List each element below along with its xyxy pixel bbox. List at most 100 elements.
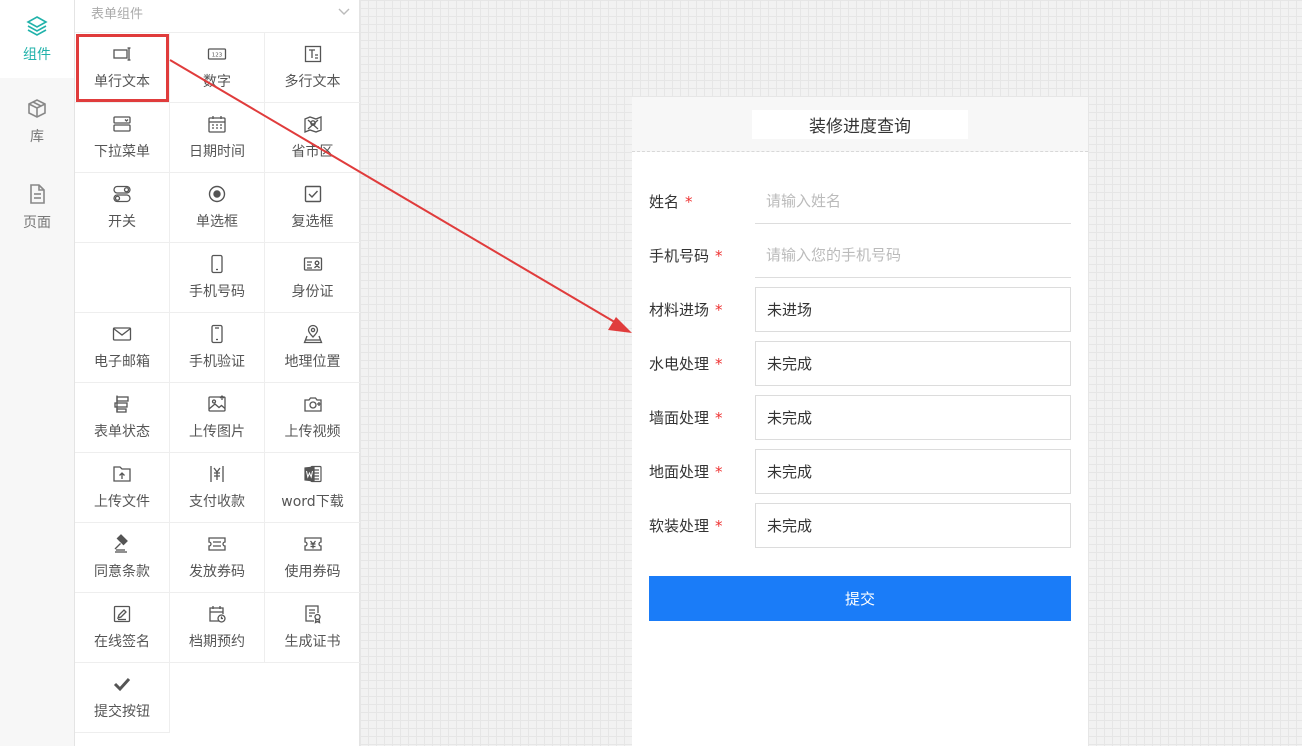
component-word-download[interactable]: word下载	[265, 453, 360, 523]
required-mark: *	[715, 408, 723, 427]
material-status-field[interactable]: 未进场	[755, 286, 1071, 332]
component-label: 日期时间	[189, 144, 245, 160]
furnishing-status-field[interactable]: 未完成	[755, 502, 1071, 548]
form-status-icon	[114, 395, 129, 413]
component-label: word下载	[281, 494, 344, 510]
rail-item-pages[interactable]: 页面	[0, 164, 74, 250]
form-row-phone: 手机号码 * 请输入您的手机号码	[649, 228, 1071, 282]
component-upload-video[interactable]: 上传视频	[265, 383, 360, 453]
component-label: 下拉菜单	[94, 144, 150, 160]
component-location[interactable]: 地理位置	[265, 313, 360, 383]
component-issue-coupon[interactable]: 发放券码	[170, 523, 265, 593]
wall-status-field[interactable]: 未完成	[755, 394, 1071, 440]
component-datetime[interactable]: 日期时间	[170, 103, 265, 173]
coupon-issue-icon	[208, 537, 226, 551]
component-phone-verify[interactable]: 手机验证	[170, 313, 265, 383]
component-dropdown[interactable]: 下拉菜单	[75, 103, 170, 173]
multi-line-text-icon	[304, 45, 321, 63]
checkmark-icon	[113, 677, 131, 692]
phone-verify-icon	[211, 324, 223, 344]
certificate-icon	[304, 605, 321, 624]
coupon-use-icon	[303, 537, 322, 551]
gavel-icon	[114, 534, 128, 553]
component-phone[interactable]: 手机号码	[170, 243, 265, 313]
component-schedule[interactable]: 档期预约	[170, 593, 265, 663]
dropdown-icon	[113, 116, 131, 132]
component-label: 单选框	[196, 214, 238, 230]
component-checkbox[interactable]: 复选框	[265, 173, 360, 243]
component-upload-image[interactable]: 上传图片	[170, 383, 265, 453]
panel-title: 表单组件	[91, 7, 144, 22]
panel-header[interactable]: 表单组件	[75, 0, 359, 33]
component-signature[interactable]: 在线签名	[75, 593, 170, 663]
form-title[interactable]: 装修进度查询	[752, 109, 968, 139]
required-mark: *	[685, 192, 693, 211]
component-label: 数字	[203, 74, 231, 90]
component-radio[interactable]: 单选框	[170, 173, 265, 243]
phone-icon	[211, 254, 223, 274]
component-label: 地理位置	[284, 354, 341, 370]
component-number[interactable]: 123 数字	[170, 33, 265, 103]
component-label: 开关	[108, 214, 136, 230]
component-grid: 单行文本 123 数字 多行文本 下拉菜单 日期时间 省市区 开关 单选框 复选…	[75, 33, 360, 733]
name-input[interactable]: 请输入姓名	[755, 179, 1071, 224]
component-switch[interactable]: 开关	[75, 173, 170, 243]
form-preview-card: 装修进度查询 姓名 * 请输入姓名 手机号码 * 请输入您的手机号码 材料进场 * 未…	[632, 97, 1088, 746]
field-label: 手机号码 *	[649, 246, 723, 265]
component-form-status[interactable]: 表单状态	[75, 383, 170, 453]
required-mark: *	[715, 462, 723, 481]
layers-icon	[26, 16, 48, 36]
payment-icon	[210, 466, 224, 482]
form-row-plumbing: 水电处理 * 未完成	[649, 336, 1071, 390]
svg-text:123: 123	[212, 53, 223, 59]
upload-image-icon	[208, 395, 226, 412]
component-label: 同意条款	[94, 564, 150, 580]
component-label: 手机号码	[189, 284, 245, 300]
document-icon	[30, 184, 45, 204]
submit-button[interactable]: 提交	[649, 576, 1071, 621]
component-upload-file[interactable]: 上传文件	[75, 453, 170, 523]
plumbing-status-field[interactable]: 未完成	[755, 340, 1071, 386]
rail-item-components[interactable]: 组件	[0, 0, 74, 78]
field-label: 墙面处理 *	[649, 408, 723, 427]
component-single-line-text[interactable]: 单行文本	[75, 33, 170, 103]
component-label: 手机验证	[189, 354, 245, 370]
field-label: 姓名 *	[649, 192, 693, 211]
rail-item-library[interactable]: 库	[0, 78, 74, 164]
form-row-floor: 地面处理 * 未完成	[649, 444, 1071, 498]
component-certificate[interactable]: 生成证书	[265, 593, 360, 663]
component-label: 使用券码	[284, 564, 341, 580]
field-label: 水电处理 *	[649, 354, 723, 373]
number-icon: 123	[207, 48, 227, 60]
location-icon	[303, 324, 322, 344]
component-multi-line-text[interactable]: 多行文本	[265, 33, 360, 103]
component-region[interactable]: 省市区	[265, 103, 360, 173]
form-row-name: 姓名 * 请输入姓名	[649, 174, 1071, 228]
component-id-card[interactable]: 身份证	[265, 243, 360, 313]
component-submit-button[interactable]: 提交按钮	[75, 663, 170, 733]
required-mark: *	[715, 354, 723, 373]
component-label: 在线签名	[94, 634, 150, 650]
checkbox-icon	[304, 185, 321, 203]
upload-file-icon	[113, 466, 131, 482]
region-map-icon	[303, 116, 322, 133]
schedule-icon	[209, 606, 226, 623]
form-header: 装修进度查询	[632, 97, 1088, 152]
component-agree-terms[interactable]: 同意条款	[75, 523, 170, 593]
phone-input[interactable]: 请输入您的手机号码	[755, 233, 1071, 278]
component-label: 多行文本	[284, 74, 341, 90]
chevron-down-icon[interactable]	[337, 6, 351, 16]
package-icon	[28, 99, 46, 118]
component-label: 发放券码	[189, 564, 245, 580]
component-label: 提交按钮	[94, 704, 150, 720]
switch-icon	[113, 185, 131, 203]
component-label: 上传视频	[284, 424, 341, 440]
floor-status-field[interactable]: 未完成	[755, 448, 1071, 494]
required-mark: *	[715, 246, 723, 265]
word-icon	[303, 465, 322, 483]
component-email[interactable]: 电子邮箱	[75, 313, 170, 383]
component-use-coupon[interactable]: 使用券码	[265, 523, 360, 593]
component-payment[interactable]: 支付收款	[170, 453, 265, 523]
components-panel: 表单组件 单行文本 123 数字 多行文本 下拉菜单 日期时间 省市区 开关 单…	[75, 0, 360, 746]
component-label: 电子邮箱	[94, 354, 150, 370]
